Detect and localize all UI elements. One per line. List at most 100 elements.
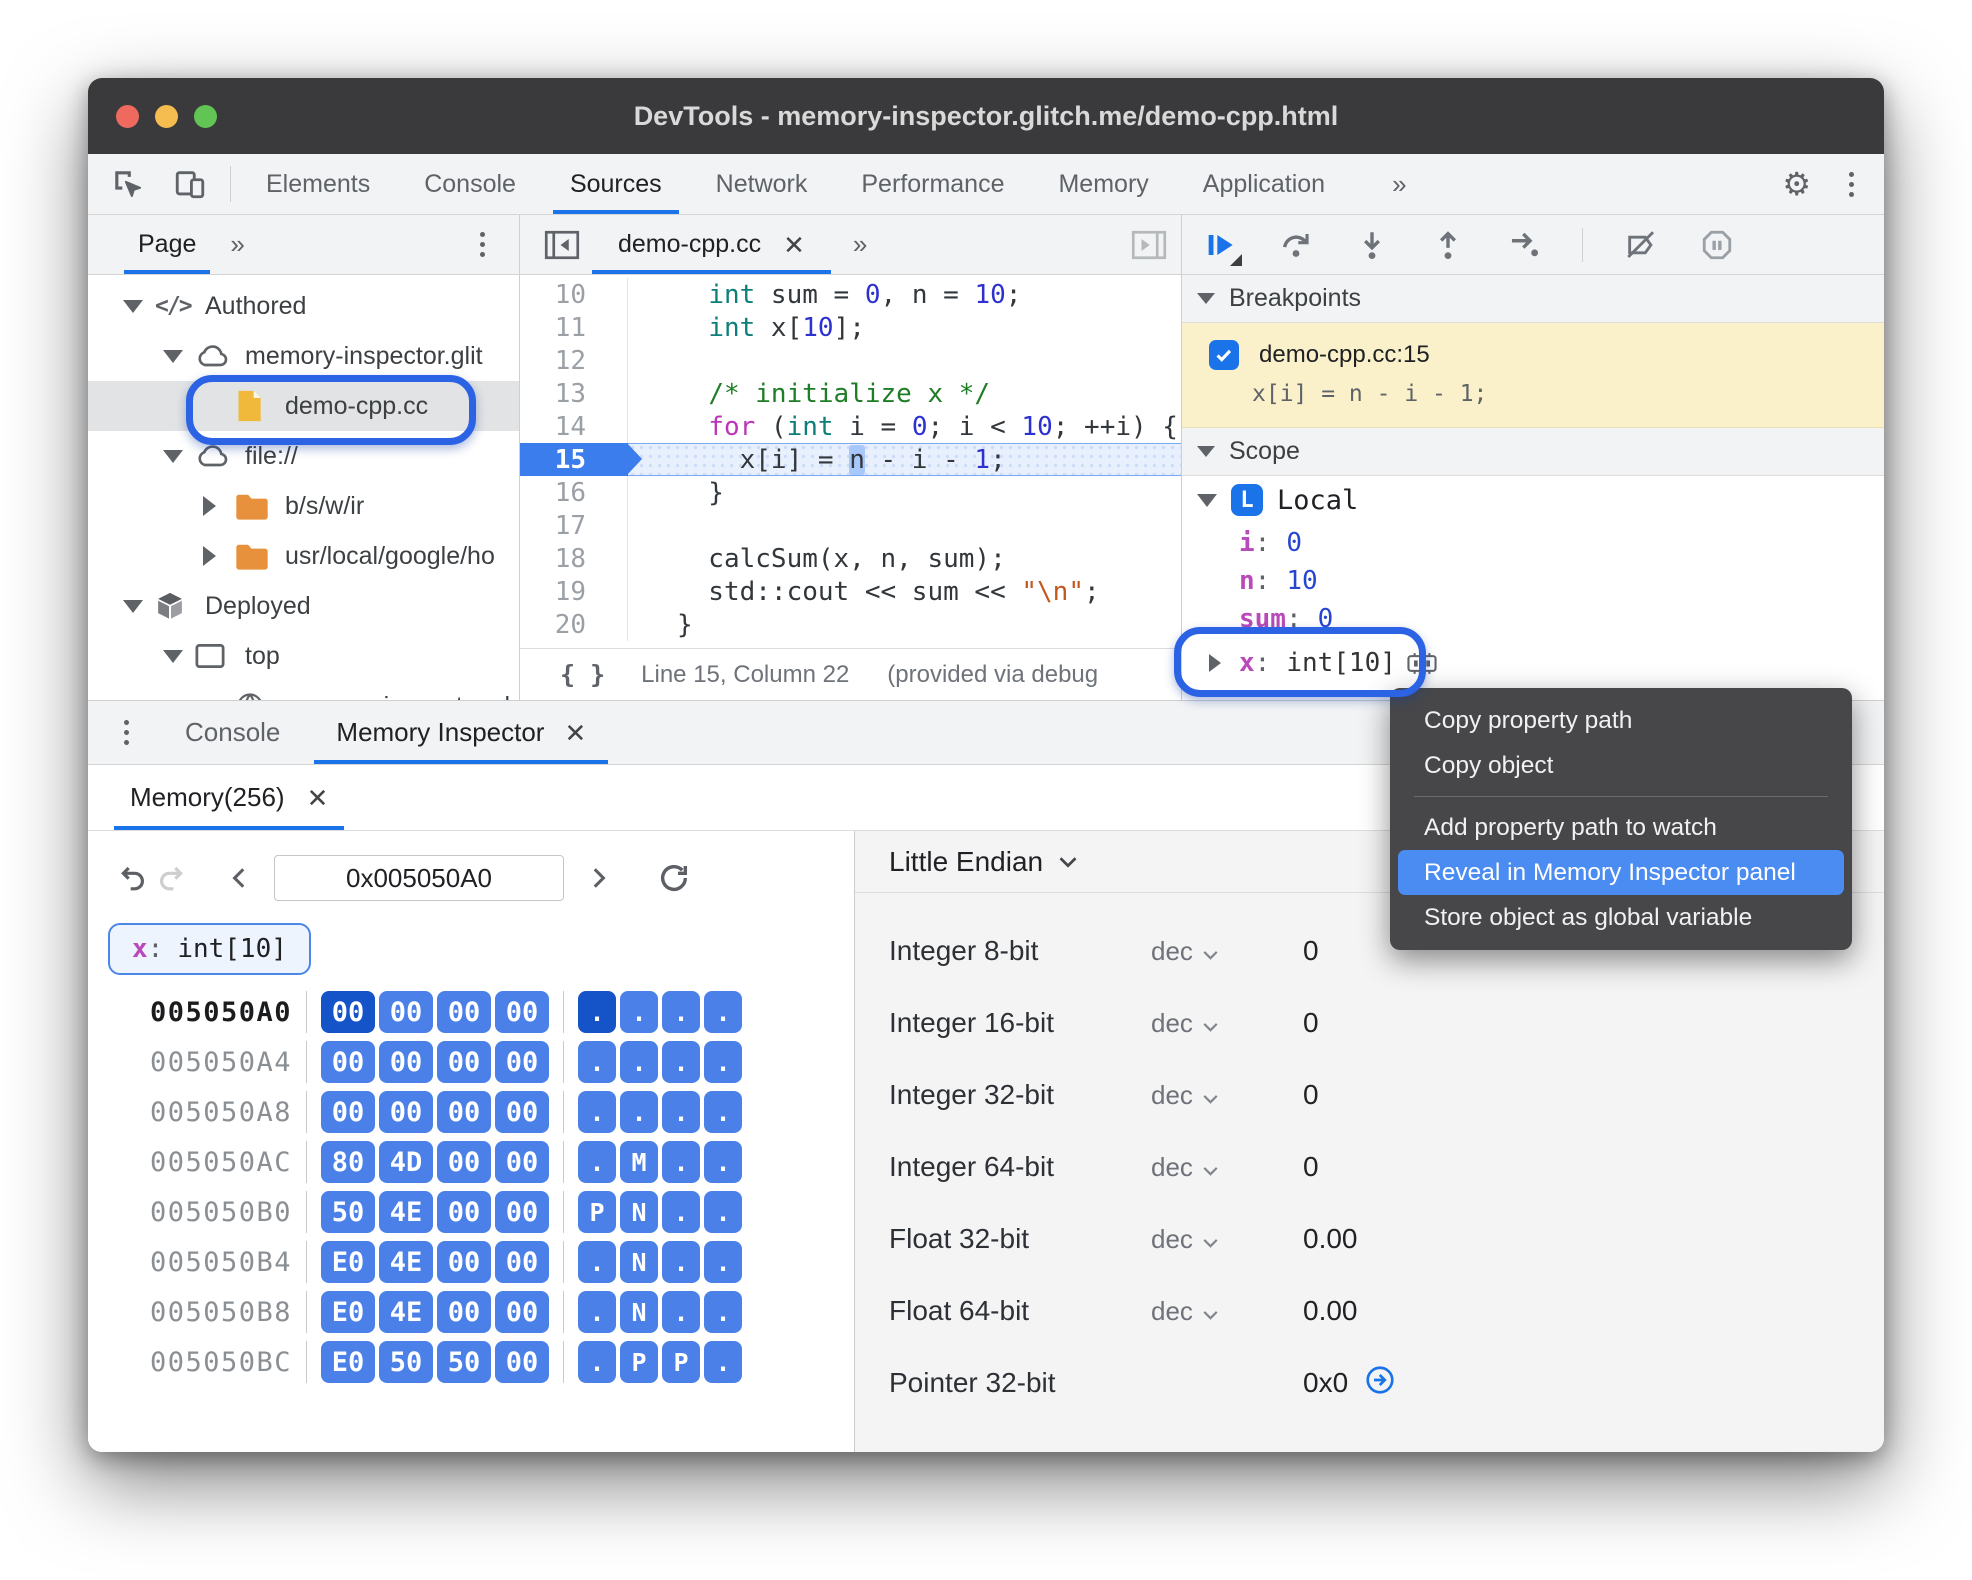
- tab-sources[interactable]: Sources: [543, 154, 689, 214]
- tree-item-authored[interactable]: </> Authored: [88, 281, 519, 331]
- byte-cell[interactable]: 00: [437, 991, 491, 1033]
- ascii-cell[interactable]: .: [662, 1191, 700, 1233]
- deactivate-breakpoints-icon[interactable]: [1623, 227, 1659, 263]
- code-editor[interactable]: 10 int sum = 0, n = 10; 11 int x[10]; 12 13…: [520, 275, 1181, 644]
- drawer-tab-console[interactable]: Console: [157, 701, 308, 764]
- hide-navigator-icon[interactable]: [544, 215, 580, 274]
- menu-item-copy-property-path[interactable]: Copy property path: [1398, 698, 1844, 743]
- ascii-cell[interactable]: .: [662, 991, 700, 1033]
- breakpoint-checkbox[interactable]: [1209, 340, 1239, 370]
- byte-cell[interactable]: E0: [321, 1291, 375, 1333]
- tab-elements[interactable]: Elements: [239, 154, 397, 214]
- code-line-15[interactable]: 15 x[i] = n - i - 1;: [520, 443, 1181, 476]
- byte-cell[interactable]: 00: [437, 1291, 491, 1333]
- line-number[interactable]: 16: [520, 476, 628, 509]
- step-over-icon[interactable]: [1278, 227, 1314, 263]
- pretty-print-icon[interactable]: { }: [560, 660, 605, 689]
- ascii-cell[interactable]: .: [620, 1091, 658, 1133]
- byte-cell[interactable]: 00: [437, 1091, 491, 1133]
- ascii-cell[interactable]: .: [578, 1291, 616, 1333]
- more-options-icon[interactable]: [1845, 168, 1858, 201]
- tree-item-memory-inspector-glit[interactable]: memory-inspector.glit: [88, 331, 519, 381]
- line-number[interactable]: 10: [520, 278, 628, 311]
- tab-memory[interactable]: Memory: [1031, 154, 1175, 214]
- ascii-cell[interactable]: .: [662, 1041, 700, 1083]
- inspected-object-chip[interactable]: x: int[10]: [108, 923, 311, 975]
- inspect-element-icon[interactable]: [110, 166, 146, 202]
- ascii-cell[interactable]: .: [704, 1241, 742, 1283]
- navigator-menu-icon[interactable]: [476, 215, 519, 274]
- byte-cell[interactable]: 00: [495, 1191, 549, 1233]
- byte-cell[interactable]: 00: [437, 1241, 491, 1283]
- ascii-cell[interactable]: N: [620, 1191, 658, 1233]
- ascii-cell[interactable]: P: [620, 1341, 658, 1383]
- device-toolbar-icon[interactable]: [172, 166, 208, 202]
- code-line-10[interactable]: 10 int sum = 0, n = 10;: [520, 278, 1181, 311]
- refresh-icon[interactable]: [654, 858, 694, 898]
- close-button[interactable]: [116, 104, 139, 128]
- scope-var-i[interactable]: i:0: [1182, 524, 1884, 562]
- minimize-button[interactable]: [155, 104, 178, 128]
- tab-console[interactable]: Console: [397, 154, 543, 214]
- tree-item-b-s-w-ir[interactable]: b/s/w/ir: [88, 481, 519, 531]
- format-dropdown[interactable]: dec: [1151, 1224, 1303, 1255]
- byte-cell[interactable]: 00: [495, 1041, 549, 1083]
- tree-down-arrow-icon[interactable]: [123, 299, 155, 313]
- line-number[interactable]: 13: [520, 377, 628, 410]
- ascii-cell[interactable]: .: [578, 1091, 616, 1133]
- byte-cell[interactable]: 00: [437, 1041, 491, 1083]
- tree-down-arrow-icon[interactable]: [163, 449, 195, 463]
- ascii-cell[interactable]: N: [620, 1241, 658, 1283]
- line-number[interactable]: 15: [520, 443, 642, 476]
- tab-application[interactable]: Application: [1176, 154, 1352, 214]
- code-line-12[interactable]: 12: [520, 344, 1181, 377]
- close-tab-icon[interactable]: ✕: [564, 720, 586, 746]
- ascii-cell[interactable]: .: [578, 1241, 616, 1283]
- byte-cell[interactable]: 00: [495, 1291, 549, 1333]
- byte-cell[interactable]: 50: [379, 1341, 433, 1383]
- close-memory-tab-icon[interactable]: ✕: [307, 785, 329, 811]
- ascii-cell[interactable]: P: [662, 1341, 700, 1383]
- pause-on-exceptions-icon[interactable]: [1699, 227, 1735, 263]
- byte-cell[interactable]: 00: [321, 1091, 375, 1133]
- ascii-cell[interactable]: .: [578, 1041, 616, 1083]
- drawer-tab-memory-inspector[interactable]: Memory Inspector ✕: [308, 701, 614, 764]
- next-page-icon[interactable]: [578, 858, 618, 898]
- previous-page-icon[interactable]: [220, 858, 260, 898]
- byte-cell[interactable]: 00: [495, 991, 549, 1033]
- ascii-cell[interactable]: .: [662, 1141, 700, 1183]
- code-line-13[interactable]: 13 /* initialize x */: [520, 377, 1181, 410]
- line-number[interactable]: 17: [520, 509, 628, 542]
- format-dropdown[interactable]: dec: [1151, 1152, 1303, 1183]
- byte-cell[interactable]: 50: [321, 1191, 375, 1233]
- ascii-cell[interactable]: .: [704, 991, 742, 1033]
- step-icon[interactable]: [1506, 227, 1542, 263]
- byte-cell[interactable]: 00: [437, 1141, 491, 1183]
- ascii-cell[interactable]: .: [704, 1141, 742, 1183]
- breakpoint-entry[interactable]: demo-cpp.cc:15 x[i] = n - i - 1;: [1182, 323, 1884, 428]
- more-panels-icon[interactable]: »: [1352, 154, 1436, 214]
- tree-item-usr-local-google-ho[interactable]: usr/local/google/ho: [88, 531, 519, 581]
- code-line-20[interactable]: 20}: [520, 608, 1181, 641]
- line-number[interactable]: 19: [520, 575, 628, 608]
- byte-cell[interactable]: 4D: [379, 1141, 433, 1183]
- ascii-cell[interactable]: .: [662, 1291, 700, 1333]
- memory-address-input[interactable]: [274, 855, 564, 901]
- more-editor-tabs-icon[interactable]: »: [831, 215, 889, 274]
- tree-item-memory-inspector-gl[interactable]: memory-inspector.gl: [88, 681, 519, 700]
- format-dropdown[interactable]: dec: [1151, 936, 1303, 967]
- format-dropdown[interactable]: dec: [1151, 1080, 1303, 1111]
- byte-cell[interactable]: 00: [495, 1091, 549, 1133]
- ascii-cell[interactable]: N: [620, 1291, 658, 1333]
- editor-tab-demo-cpp[interactable]: demo-cpp.cc ✕: [592, 215, 831, 274]
- format-dropdown[interactable]: dec: [1151, 1296, 1303, 1327]
- ascii-cell[interactable]: .: [662, 1091, 700, 1133]
- code-line-17[interactable]: 17: [520, 509, 1181, 542]
- close-tab-icon[interactable]: ✕: [783, 232, 805, 258]
- step-out-icon[interactable]: [1430, 227, 1466, 263]
- ascii-cell[interactable]: .: [704, 1091, 742, 1133]
- menu-item-reveal-in-memory-inspector-panel[interactable]: Reveal in Memory Inspector panel: [1398, 850, 1844, 895]
- byte-cell[interactable]: 00: [321, 1041, 375, 1083]
- line-number[interactable]: 20: [520, 608, 628, 641]
- byte-cell[interactable]: E0: [321, 1241, 375, 1283]
